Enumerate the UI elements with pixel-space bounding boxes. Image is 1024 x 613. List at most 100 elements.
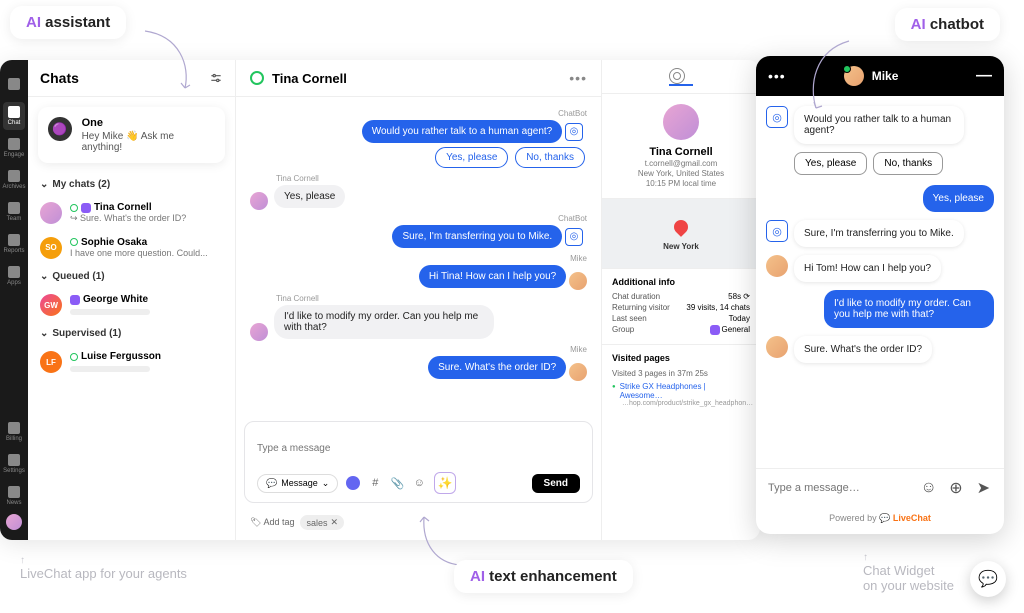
widget-bubble: Hi Tom! How can I help you? xyxy=(794,255,941,282)
info-row: GroupGeneral xyxy=(612,324,750,336)
avatar-icon xyxy=(569,363,587,381)
status-dot-icon xyxy=(70,204,78,212)
nav-reports[interactable]: Reports xyxy=(3,230,25,258)
chat-name: Luise Fergusson xyxy=(70,351,161,362)
label-ai-assistant: AI assistant xyxy=(10,6,126,39)
group-supervised[interactable]: Supervised (1) xyxy=(28,322,235,345)
add-icon[interactable]: ⊕ xyxy=(947,479,964,497)
profile-tab-icon[interactable] xyxy=(669,68,685,84)
quick-reply-button[interactable]: No, thanks xyxy=(515,147,585,168)
widget-menu-icon[interactable]: ••• xyxy=(768,68,786,84)
visitor-email: t.cornell@gmail.com xyxy=(610,159,752,168)
one-avatar-icon: 🟣 xyxy=(48,117,72,141)
send-button[interactable]: Send xyxy=(532,474,580,493)
avatar-icon: GW xyxy=(40,294,62,316)
avatar-icon: LF xyxy=(40,351,62,373)
message-bubble: Sure, I'm transferring you to Mike. xyxy=(392,225,562,248)
map-pin-icon xyxy=(671,217,691,237)
chat-row[interactable]: Tina Cornell ↪ Sure. What's the order ID… xyxy=(28,196,235,231)
voice-icon[interactable] xyxy=(346,476,360,490)
nav-label: Settings xyxy=(3,468,25,474)
settings-icon xyxy=(8,454,20,466)
agent-avatar[interactable] xyxy=(6,514,22,530)
nav-apps[interactable]: Apps xyxy=(3,262,25,290)
tag-pill[interactable]: sales ✕ xyxy=(300,515,344,530)
nav-home[interactable] xyxy=(3,70,25,98)
conversation-header: Tina Cornell ••• xyxy=(236,60,601,97)
message-row: Sure, I'm transferring you to Mike. ◎ xyxy=(250,223,587,250)
quick-reply-button[interactable]: No, thanks xyxy=(873,152,943,175)
avatar-icon xyxy=(569,272,587,290)
group-queued[interactable]: Queued (1) xyxy=(28,265,235,288)
attachment-icon[interactable]: 📎 xyxy=(390,476,404,490)
nav-chat[interactable]: Chat xyxy=(3,102,25,130)
avatar-icon xyxy=(40,202,62,224)
widget-input[interactable] xyxy=(768,482,910,494)
chat-row[interactable]: SO Sophie Osaka I have one more question… xyxy=(28,231,235,266)
avatar-icon xyxy=(250,192,268,210)
map-city-label: New York xyxy=(663,242,699,251)
widget-bubble: I'd like to modify my order. Can you hel… xyxy=(824,290,994,328)
nav-team[interactable]: Team xyxy=(3,198,25,226)
widget-message-row: ◎ Sure, I'm transferring you to Mike. xyxy=(766,220,994,247)
status-dot-icon xyxy=(70,238,78,246)
emoji-icon[interactable]: ☺ xyxy=(412,476,426,490)
nav-settings[interactable]: Settings xyxy=(3,450,25,478)
group-badge-icon xyxy=(710,325,720,335)
chats-column: Chats 🟣 One Hey Mike 👋 Ask me anything! … xyxy=(28,60,236,540)
more-icon[interactable]: ••• xyxy=(569,70,587,86)
nav-label: Reports xyxy=(3,248,24,254)
label-ai-chatbot: AI chatbot xyxy=(895,8,1000,41)
message-row: Would you rather talk to a human agent? … xyxy=(250,118,587,145)
chat-row[interactable]: LF Luise Fergusson xyxy=(28,345,235,379)
visited-summary: Visited 3 pages in 37m 25s xyxy=(602,369,760,382)
group-my-chats[interactable]: My chats (2) xyxy=(28,173,235,196)
team-icon xyxy=(8,202,20,214)
ai-wand-button[interactable]: ✨ xyxy=(434,472,456,494)
billing-icon xyxy=(8,422,20,434)
send-icon[interactable]: ➤ xyxy=(975,479,992,497)
chat-bubble-icon xyxy=(8,78,20,90)
visitor-name: Tina Cornell xyxy=(610,146,752,158)
quick-reply-button[interactable]: Yes, please xyxy=(794,152,867,175)
widget-message-row: Yes, please xyxy=(766,185,994,212)
one-name: One xyxy=(82,117,215,129)
emoji-icon[interactable]: ☺ xyxy=(920,479,937,497)
minimize-icon[interactable]: — xyxy=(976,67,992,85)
widget-bubble: Sure, I'm transferring you to Mike. xyxy=(794,220,964,247)
nav-archives[interactable]: Archives xyxy=(3,166,25,194)
message-bubble: Would you rather talk to a human agent? xyxy=(362,120,562,143)
message-bubble: Sure. What's the order ID? xyxy=(428,356,566,379)
info-row: Chat duration58s ⟳ xyxy=(612,291,750,302)
sender-label: ChatBot xyxy=(250,109,587,118)
message-row: I'd like to modify my order. Can you hel… xyxy=(250,303,587,341)
info-title: Additional info xyxy=(612,277,750,287)
details-tabs xyxy=(602,60,760,94)
composer-toolbar: 💬 Message ⌄ # 📎 ☺ ✨ Send xyxy=(257,472,580,494)
bolt-icon xyxy=(8,138,20,150)
chat-launcher-button[interactable]: 💬 xyxy=(970,561,1006,597)
message-row: Yes, please xyxy=(250,183,587,210)
one-text: Hey Mike 👋 Ask me anything! xyxy=(82,131,215,153)
nav-billing[interactable]: Billing xyxy=(3,418,25,446)
chat-row[interactable]: GW George White xyxy=(28,288,235,322)
hash-icon[interactable]: # xyxy=(368,476,382,490)
visited-page-link[interactable]: Strike GX Headphones | Awesome… xyxy=(602,382,760,400)
one-assistant-card[interactable]: 🟣 One Hey Mike 👋 Ask me anything! xyxy=(38,107,225,163)
widget-quick-replies: Yes, please No, thanks xyxy=(794,152,994,175)
status-dot-icon xyxy=(70,353,78,361)
placeholder-bar xyxy=(70,366,150,372)
tab-underline xyxy=(669,84,693,86)
filter-icon[interactable] xyxy=(209,71,223,85)
messages-area: ChatBot Would you rather talk to a human… xyxy=(236,97,601,413)
message-type-button[interactable]: 💬 Message ⌄ xyxy=(257,474,338,493)
add-tag-button[interactable]: 🏷 Add tag xyxy=(250,517,294,528)
messenger-icon xyxy=(81,203,91,213)
nav-engage[interactable]: Engage xyxy=(3,134,25,162)
widget-message-row: I'd like to modify my order. Can you hel… xyxy=(766,290,994,328)
nav-news[interactable]: News xyxy=(3,482,25,510)
chat-widget: ••• Mike — ◎ Would you rather talk to a … xyxy=(756,56,1004,534)
message-bubble: Yes, please xyxy=(274,185,345,208)
quick-reply-button[interactable]: Yes, please xyxy=(435,147,508,168)
message-input[interactable] xyxy=(257,430,580,466)
